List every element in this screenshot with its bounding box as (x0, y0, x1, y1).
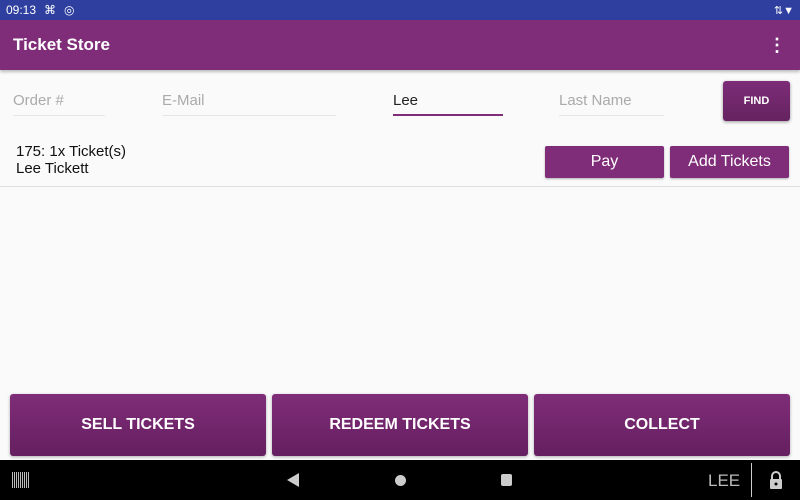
sell-tickets-button[interactable]: SELL TICKETS (10, 394, 266, 456)
divider (751, 463, 752, 497)
app-bar: Ticket Store ⋮ (0, 20, 800, 70)
lock-icon[interactable] (769, 471, 783, 489)
collect-button[interactable]: COLLECT (534, 394, 790, 456)
more-vert-icon[interactable]: ⋮ (767, 35, 787, 56)
email-input[interactable] (162, 86, 336, 116)
sync-icon: ◎ (64, 3, 75, 17)
recents-icon[interactable] (501, 474, 512, 486)
back-icon[interactable] (287, 473, 299, 487)
redeem-tickets-button[interactable]: REDEEM TICKETS (272, 394, 528, 456)
order-number-input[interactable] (13, 86, 105, 116)
status-time: 09:13 (6, 3, 37, 17)
first-name-input[interactable] (393, 86, 503, 116)
add-tickets-button[interactable]: Add Tickets (670, 146, 789, 178)
app-notification-icon: ⌘ (44, 3, 57, 17)
last-name-input[interactable] (559, 86, 664, 116)
navigation-bar: LEE (0, 460, 800, 500)
user-label: LEE (708, 471, 741, 490)
status-bar: 09:13 ⌘ ◎ ⇅▼ (0, 0, 800, 20)
barcode-icon[interactable] (12, 472, 30, 488)
home-icon[interactable] (395, 475, 406, 486)
customer-name: Lee Tickett (16, 160, 89, 177)
list-item[interactable]: 175: 1x Ticket(s) Lee Tickett Pay Add Ti… (0, 137, 800, 187)
order-summary: 175: 1x Ticket(s) (16, 143, 127, 160)
find-button[interactable]: FIND (723, 81, 790, 121)
app-title: Ticket Store (13, 35, 111, 54)
wifi-icon: ⇅▼ (773, 4, 794, 17)
pay-button[interactable]: Pay (545, 146, 664, 178)
